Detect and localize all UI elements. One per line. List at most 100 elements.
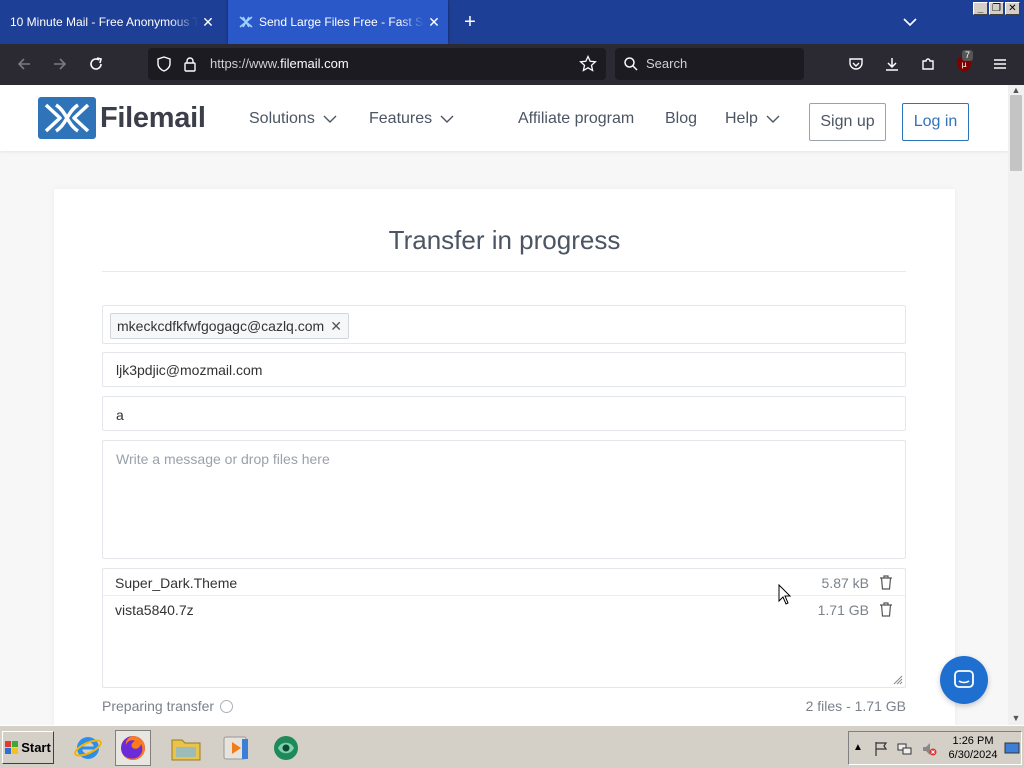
file-size: 1.71 GB: [817, 602, 869, 618]
search-icon: [619, 52, 643, 76]
close-window-icon[interactable]: ✕: [1005, 2, 1020, 15]
file-name: vista5840.7z: [115, 602, 194, 618]
resize-grip-icon[interactable]: [891, 673, 903, 685]
file-size: 5.87 kB: [821, 575, 869, 591]
clock-time: 1:26 PM: [952, 735, 994, 747]
pocket-icon[interactable]: [844, 52, 868, 76]
tracking-shield-icon[interactable]: [152, 52, 176, 76]
app-menu-hamburger-icon[interactable]: [988, 52, 1012, 76]
back-arrow-icon[interactable]: [12, 52, 36, 76]
chat-bubble-icon: [954, 670, 974, 688]
scroll-down-arrow-icon[interactable]: ▼: [1008, 713, 1024, 725]
firefox-taskbar-icon[interactable]: [115, 730, 151, 766]
subject-value: a: [116, 407, 124, 423]
show-hidden-icons-chevron-icon[interactable]: ▲: [853, 742, 863, 753]
sender-email-field[interactable]: ljk3pdjic@mozmail.com: [102, 352, 906, 387]
page-viewport: Filemail Solutions Features Affiliate pr…: [0, 85, 1008, 725]
volume-muted-icon[interactable]: [921, 741, 937, 757]
media-player-icon[interactable]: [218, 730, 254, 766]
filemail-logo-icon: [38, 97, 96, 139]
restore-window-icon[interactable]: ❐: [989, 2, 1004, 15]
nav-features[interactable]: Features: [369, 110, 454, 128]
recipient-chip: mkeckcdfkfwfgogagc@cazlq.com ✕: [110, 313, 349, 339]
browser-nav-bar: https://www.filemail.com Search μ: [0, 44, 1024, 85]
logo-text: Filemail: [100, 101, 206, 134]
sign-up-button[interactable]: Sign up: [809, 103, 886, 141]
message-placeholder: Write a message or drop files here: [116, 451, 330, 467]
search-bar[interactable]: Search: [615, 48, 804, 80]
filemail-favicon-icon: [238, 14, 254, 30]
start-label: Start: [21, 740, 51, 755]
close-tab-icon[interactable]: ✕: [198, 14, 218, 31]
page-scrollbar[interactable]: ▲ ▼: [1008, 85, 1024, 725]
nav-solutions[interactable]: Solutions: [249, 110, 337, 128]
forward-arrow-icon[interactable]: [48, 52, 72, 76]
list-all-tabs-chevron-icon[interactable]: [898, 10, 922, 34]
action-center-flag-icon[interactable]: [873, 741, 889, 757]
nav-affiliate-program[interactable]: Affiliate program: [518, 110, 634, 128]
tab-filemail[interactable]: Send Large Files Free - Fast Secure File…: [228, 0, 448, 44]
subject-field[interactable]: a: [102, 396, 906, 431]
close-tab-icon[interactable]: ✕: [424, 14, 444, 31]
bookmark-star-icon[interactable]: [576, 52, 600, 76]
transfer-status-label: Preparing transfer: [102, 698, 215, 714]
windows-logo-icon: [5, 740, 19, 754]
tab-title: Send Large Files Free - Fast Secure File…: [259, 15, 424, 29]
transfer-card: Transfer in progress mkeckcdfkfwfgogagc@…: [54, 189, 955, 725]
transfer-status: Preparing transfer: [102, 698, 234, 714]
extension-badge-count: 7: [962, 50, 974, 61]
chevron-down-icon: [323, 115, 337, 123]
nav-help-label: Help: [725, 110, 758, 127]
network-computer-icon[interactable]: [897, 741, 913, 757]
nav-blog-label: Blog: [665, 110, 698, 127]
mouse-cursor-icon: [778, 584, 792, 605]
system-tray: ▲ 1:26 PM 6/30/2024: [848, 731, 1022, 765]
chat-launcher-button[interactable]: [940, 656, 988, 704]
delete-file-trash-icon[interactable]: [879, 602, 893, 617]
recipient-chip-label: mkeckcdfkfwfgogagc@cazlq.com: [117, 318, 325, 334]
internet-explorer-icon[interactable]: [70, 730, 106, 766]
nav-features-label: Features: [369, 110, 433, 127]
recipient-email-field[interactable]: mkeckcdfkfwfgogagc@cazlq.com ✕: [102, 305, 906, 344]
taskbar-clock[interactable]: 1:26 PM 6/30/2024: [943, 734, 1003, 762]
log-in-button[interactable]: Log in: [902, 103, 969, 141]
chevron-down-icon: [766, 115, 780, 123]
nav-affiliate-label: Affiliate program: [518, 110, 635, 127]
extensions-puzzle-icon[interactable]: [916, 52, 940, 76]
reload-icon[interactable]: [84, 52, 108, 76]
windows-taskbar: Start ▲ 1:26 PM 6/30/2024: [0, 725, 1024, 768]
svg-text:μ: μ: [961, 60, 966, 69]
clock-date: 6/30/2024: [948, 749, 998, 761]
url-bar[interactable]: https://www.filemail.com: [148, 48, 606, 80]
sender-email-value: ljk3pdjic@mozmail.com: [116, 362, 263, 378]
title-divider: [102, 271, 906, 272]
message-textarea[interactable]: Write a message or drop files here: [102, 440, 906, 559]
nav-blog[interactable]: Blog: [665, 110, 697, 128]
page-title: Transfer in progress: [388, 225, 621, 255]
tab-10-minute-mail[interactable]: 10 Minute Mail - Free Anonymous Temporar…: [0, 0, 222, 44]
browser-tab-strip: 10 Minute Mail - Free Anonymous Temporar…: [0, 0, 1024, 44]
new-tab-plus-icon[interactable]: +: [458, 10, 482, 34]
start-button[interactable]: Start: [2, 731, 54, 764]
loading-spinner-icon: [220, 699, 234, 713]
transfer-summary: 2 files - 1.71 GB: [805, 698, 906, 714]
search-placeholder: Search: [646, 56, 688, 71]
url-text: https://www.filemail.com: [210, 56, 349, 71]
minimize-window-icon[interactable]: _: [973, 2, 988, 15]
filemail-logo[interactable]: Filemail: [38, 97, 206, 139]
url-prefix: https://www.: [210, 56, 281, 71]
network-globe-icon[interactable]: [268, 730, 304, 766]
downloads-icon[interactable]: [880, 52, 904, 76]
file-name: Super_Dark.Theme: [115, 575, 238, 591]
scroll-thumb[interactable]: [1010, 95, 1022, 171]
remove-recipient-icon[interactable]: ✕: [330, 318, 342, 335]
url-host: filemail.com: [280, 56, 349, 71]
show-desktop-icon[interactable]: [1004, 740, 1020, 756]
chevron-down-icon: [440, 115, 454, 123]
file-explorer-folder-icon[interactable]: [168, 730, 204, 766]
nav-help[interactable]: Help: [725, 110, 780, 128]
padlock-icon[interactable]: [178, 52, 202, 76]
tab-title: 10 Minute Mail - Free Anonymous Temporar…: [10, 15, 198, 29]
nav-solutions-label: Solutions: [249, 110, 315, 127]
delete-file-trash-icon[interactable]: [879, 575, 893, 590]
